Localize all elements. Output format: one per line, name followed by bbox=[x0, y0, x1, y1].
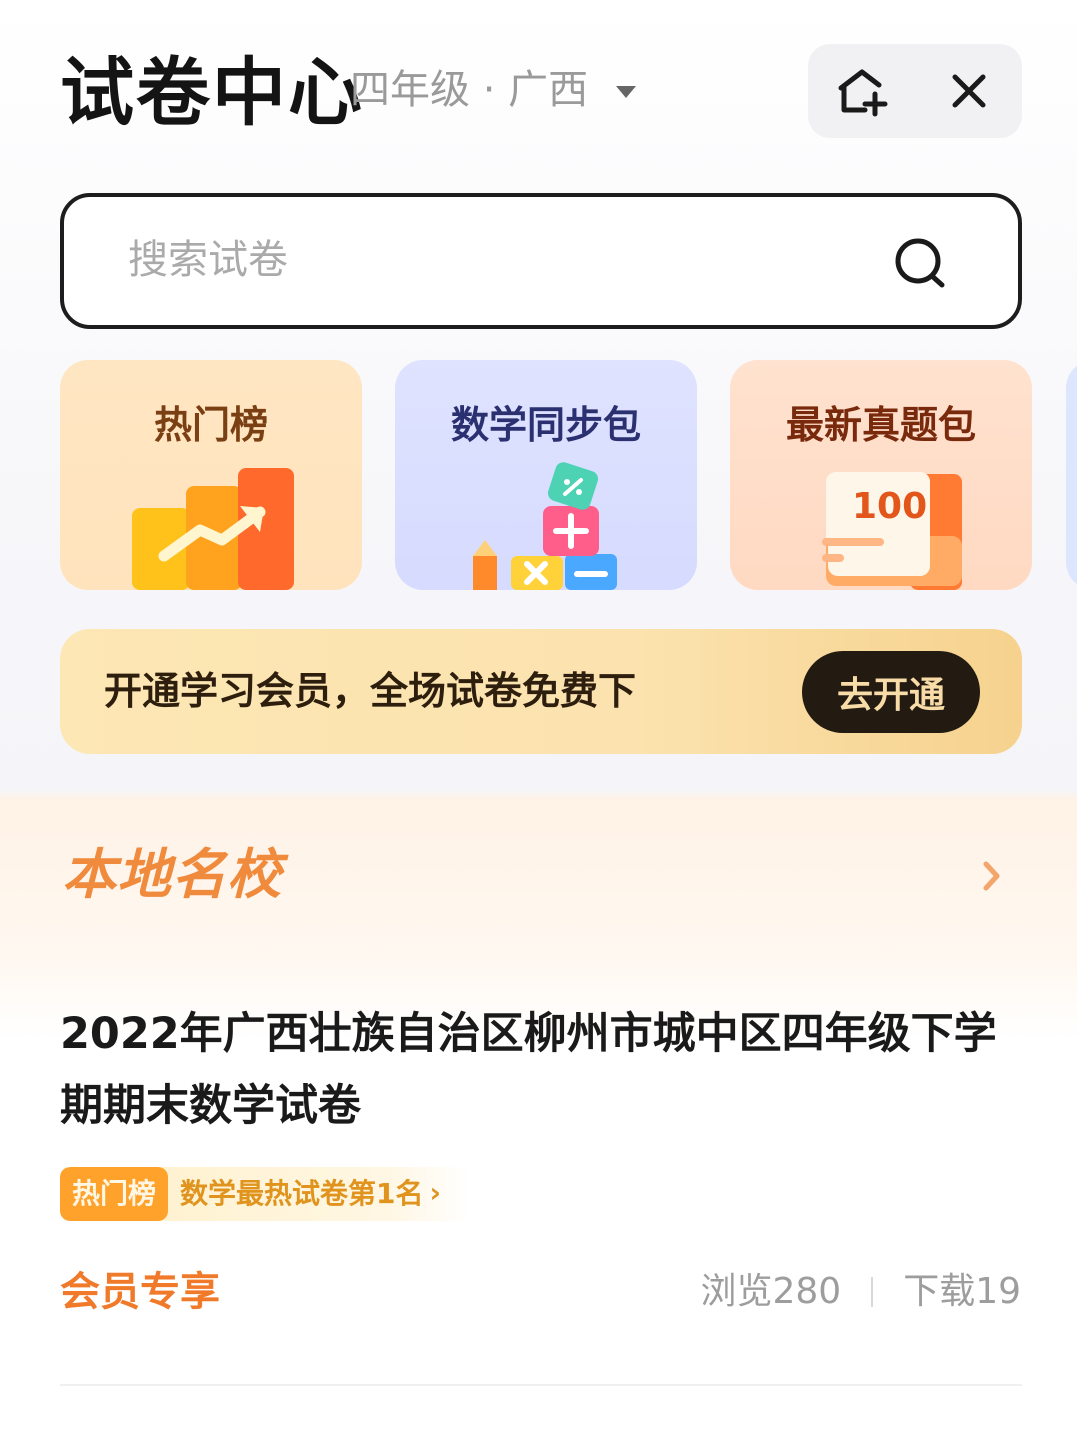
view-count: 浏览280 bbox=[700, 1271, 842, 1312]
member-only-label: 会员专享 bbox=[60, 1269, 220, 1315]
member-banner[interactable]: 开通学习会员，全场试卷免费下 去开通 bbox=[60, 629, 1022, 754]
stats-divider bbox=[871, 1277, 874, 1307]
close-icon bbox=[952, 74, 985, 108]
top-actions-group bbox=[808, 44, 1022, 138]
local-schools-more[interactable] bbox=[972, 852, 1012, 900]
score-100-icon: 100 bbox=[822, 472, 962, 590]
card-exam-label: 最新真题包 bbox=[785, 403, 976, 447]
chevron-right-icon bbox=[983, 861, 1000, 891]
card-math-sync[interactable]: 数学同步包 bbox=[395, 360, 697, 590]
close-button[interactable] bbox=[915, 44, 1022, 138]
score-100-text: 100 bbox=[852, 486, 927, 527]
home-plus-icon bbox=[838, 69, 887, 117]
rank-badge: 热门榜 bbox=[60, 1167, 169, 1221]
grade-region-selector[interactable]: 四年级 · 广西 bbox=[350, 64, 637, 116]
search-box bbox=[60, 193, 1022, 329]
download-count: 下载19 bbox=[903, 1271, 1021, 1312]
rank-text: 数学最热试卷第1名 bbox=[180, 1177, 424, 1210]
card-next-peek[interactable] bbox=[1066, 360, 1077, 590]
caret-down-icon bbox=[616, 86, 637, 98]
grade-region-label: 四年级 · 广西 bbox=[350, 67, 589, 113]
add-to-home-button[interactable] bbox=[808, 44, 915, 138]
member-banner-text: 开通学习会员，全场试卷免费下 bbox=[104, 669, 637, 713]
paper-stats: 浏览280 下载19 bbox=[700, 1266, 1021, 1318]
card-hot-list[interactable]: 热门榜 bbox=[60, 360, 362, 590]
list-divider bbox=[60, 1384, 1022, 1386]
math-blocks-icon bbox=[473, 462, 617, 590]
paper-title[interactable]: 2022年广西壮族自治区柳州市城中区四年级下学期期末数学试卷 bbox=[60, 998, 1020, 1142]
card-latest-exams[interactable]: 100 最新真题包 bbox=[730, 360, 1032, 590]
search-icon[interactable] bbox=[892, 235, 948, 291]
rank-tag[interactable]: 热门榜 数学最热试卷第1名 › bbox=[60, 1167, 472, 1221]
search-input[interactable] bbox=[128, 227, 848, 293]
activate-membership-button[interactable]: 去开通 bbox=[802, 651, 980, 733]
chevron-right-icon: › bbox=[429, 1176, 442, 1209]
bar-chart-trend-icon bbox=[132, 468, 294, 590]
card-hot-label: 热门榜 bbox=[153, 403, 268, 447]
page-title: 试卷中心 bbox=[60, 50, 364, 136]
local-schools-title: 本地名校 bbox=[62, 843, 282, 906]
card-math-label: 数学同步包 bbox=[450, 403, 641, 447]
